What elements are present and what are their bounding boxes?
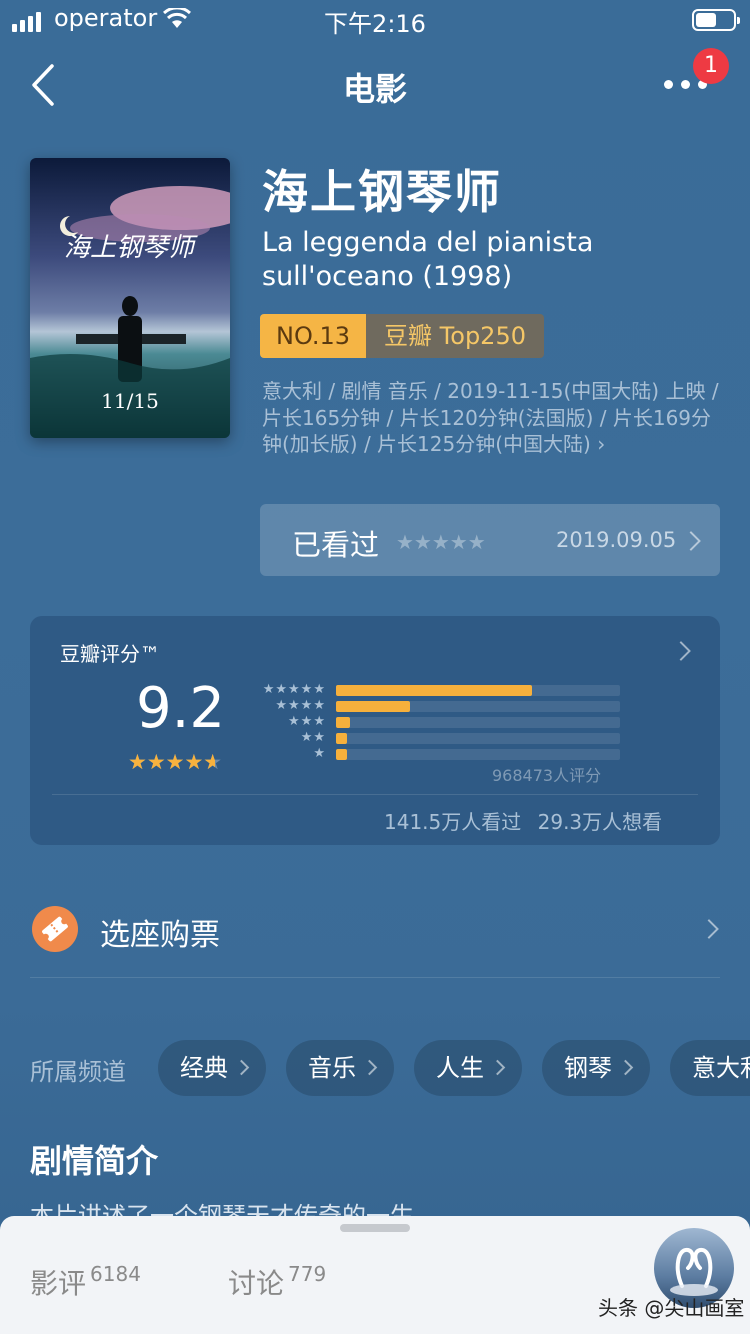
dist-bar-4 [336,701,620,712]
watch-stats: 141.5万人看过 29.3万人想看 [384,806,662,835]
movie-meta-text: 意大利 / 剧情 音乐 / 2019-11-15(中国大陆) 上映 / 片长16… [262,379,719,456]
watched-date: 2019.09.05 [556,528,677,552]
dist-label-4: ★★★★ [275,698,326,713]
tab-discussions-label: 讨论 [228,1267,285,1300]
poster-date: 11/15 [101,389,159,413]
tab-discussions-count: 779 [288,1262,327,1286]
chevron-right-icon [681,531,701,551]
dist-bar-fill [336,749,348,760]
channel-chip-italy[interactable]: 意大利 [670,1040,750,1096]
dist-bar-fill [336,701,410,712]
poster-image: 海上钢琴师 11/15 [30,158,230,438]
channel-chip-classic[interactable]: 经典 [158,1040,266,1096]
rank-number: NO.13 [260,314,367,358]
ticket-icon [32,906,78,952]
rating-distribution-labels: ★★★★★ ★★★★ ★★★ ★★ ★ [256,682,326,762]
my-rating-box[interactable]: 已看过 ★★★★★ 2019.09.05 [260,504,720,576]
buy-ticket-row[interactable]: 选座购票 [30,880,720,978]
chevron-right-icon [233,1059,250,1076]
notification-badge: 1 [693,48,729,84]
battery-icon [692,9,740,31]
svg-text:海上钢琴师: 海上钢琴师 [64,233,198,263]
buy-ticket-label: 选座购票 [100,918,220,953]
tab-discussions[interactable]: 讨论 779 [228,1262,326,1302]
rating-count: 968473人评分 [492,766,602,785]
dist-bar-3 [336,717,620,728]
top250-rank-badge[interactable]: NO.13 豆瓣 Top250 [260,314,544,358]
dist-bar-fill [336,733,348,744]
original-title: La leggenda del pianista sull'oceano (19… [262,227,594,292]
channel-chip-label: 钢琴 [564,1054,612,1082]
rating-stars: ★★★★★ ★★★★★ [128,750,222,774]
chevron-right-icon [617,1059,634,1076]
want-count: 29.3万人想看 [537,810,663,834]
chevron-right-icon [699,919,719,939]
rank-list-name: 豆瓣 Top250 [366,314,544,358]
movie-poster[interactable]: 海上钢琴师 11/15 [30,158,230,438]
movie-title: 海上钢琴师 [262,165,502,219]
tab-reviews-label: 影评 [30,1267,87,1300]
status-bar: operator 下午2:16 [0,0,750,40]
dist-label-2: ★★ [300,730,326,745]
channel-title: 所属频道 [30,1058,126,1086]
channel-chip-life[interactable]: 人生 [414,1040,522,1096]
tab-reviews[interactable]: 影评 6184 [30,1262,141,1302]
page-title: 电影 [342,70,407,108]
rating-stars-fill: ★★★★★ [128,750,215,774]
dist-label-1: ★ [313,746,326,761]
dist-bar-fill [336,685,532,696]
channel-chip-label: 人生 [436,1054,484,1082]
dist-bar-2 [336,733,620,744]
watermark: 头条 @尖山画室 [598,1296,745,1320]
dist-bar-1 [336,749,620,760]
douban-rating-card[interactable]: 豆瓣评分™ 9.2 ★★★★★ ★★★★★ ★★★★★ ★★★★ ★★★ ★★ … [30,616,720,845]
synopsis-title: 剧情简介 [30,1142,159,1180]
channel-chip-piano[interactable]: 钢琴 [542,1040,650,1096]
channel-chip-music[interactable]: 音乐 [286,1040,394,1096]
chevron-right-icon [671,641,691,661]
divider [52,794,698,795]
rating-score: 9.2 [136,676,226,741]
watched-count: 141.5万人看过 [384,810,522,834]
channel-chip-label: 经典 [180,1054,228,1082]
chevron-right-icon: › [597,432,606,456]
chevron-right-icon [361,1059,378,1076]
dist-label-5: ★★★★★ [262,682,326,697]
my-rating-stars[interactable]: ★★★★★ [396,530,486,554]
status-time: 下午2:16 [324,10,426,38]
channel-chip-label: 音乐 [308,1054,356,1082]
watched-label: 已看过 [292,528,380,562]
channel-chip-label: 意大利 [692,1054,750,1082]
rating-label: 豆瓣评分™ [60,642,160,666]
movie-meta[interactable]: 意大利 / 剧情 音乐 / 2019-11-15(中国大陆) 上映 / 片长16… [262,378,722,458]
dist-label-3: ★★★ [288,714,326,729]
chevron-right-icon [489,1059,506,1076]
dist-bar-fill [336,717,351,728]
drag-handle[interactable] [340,1224,410,1232]
tab-reviews-count: 6184 [90,1262,141,1286]
dist-bar-5 [336,685,620,696]
